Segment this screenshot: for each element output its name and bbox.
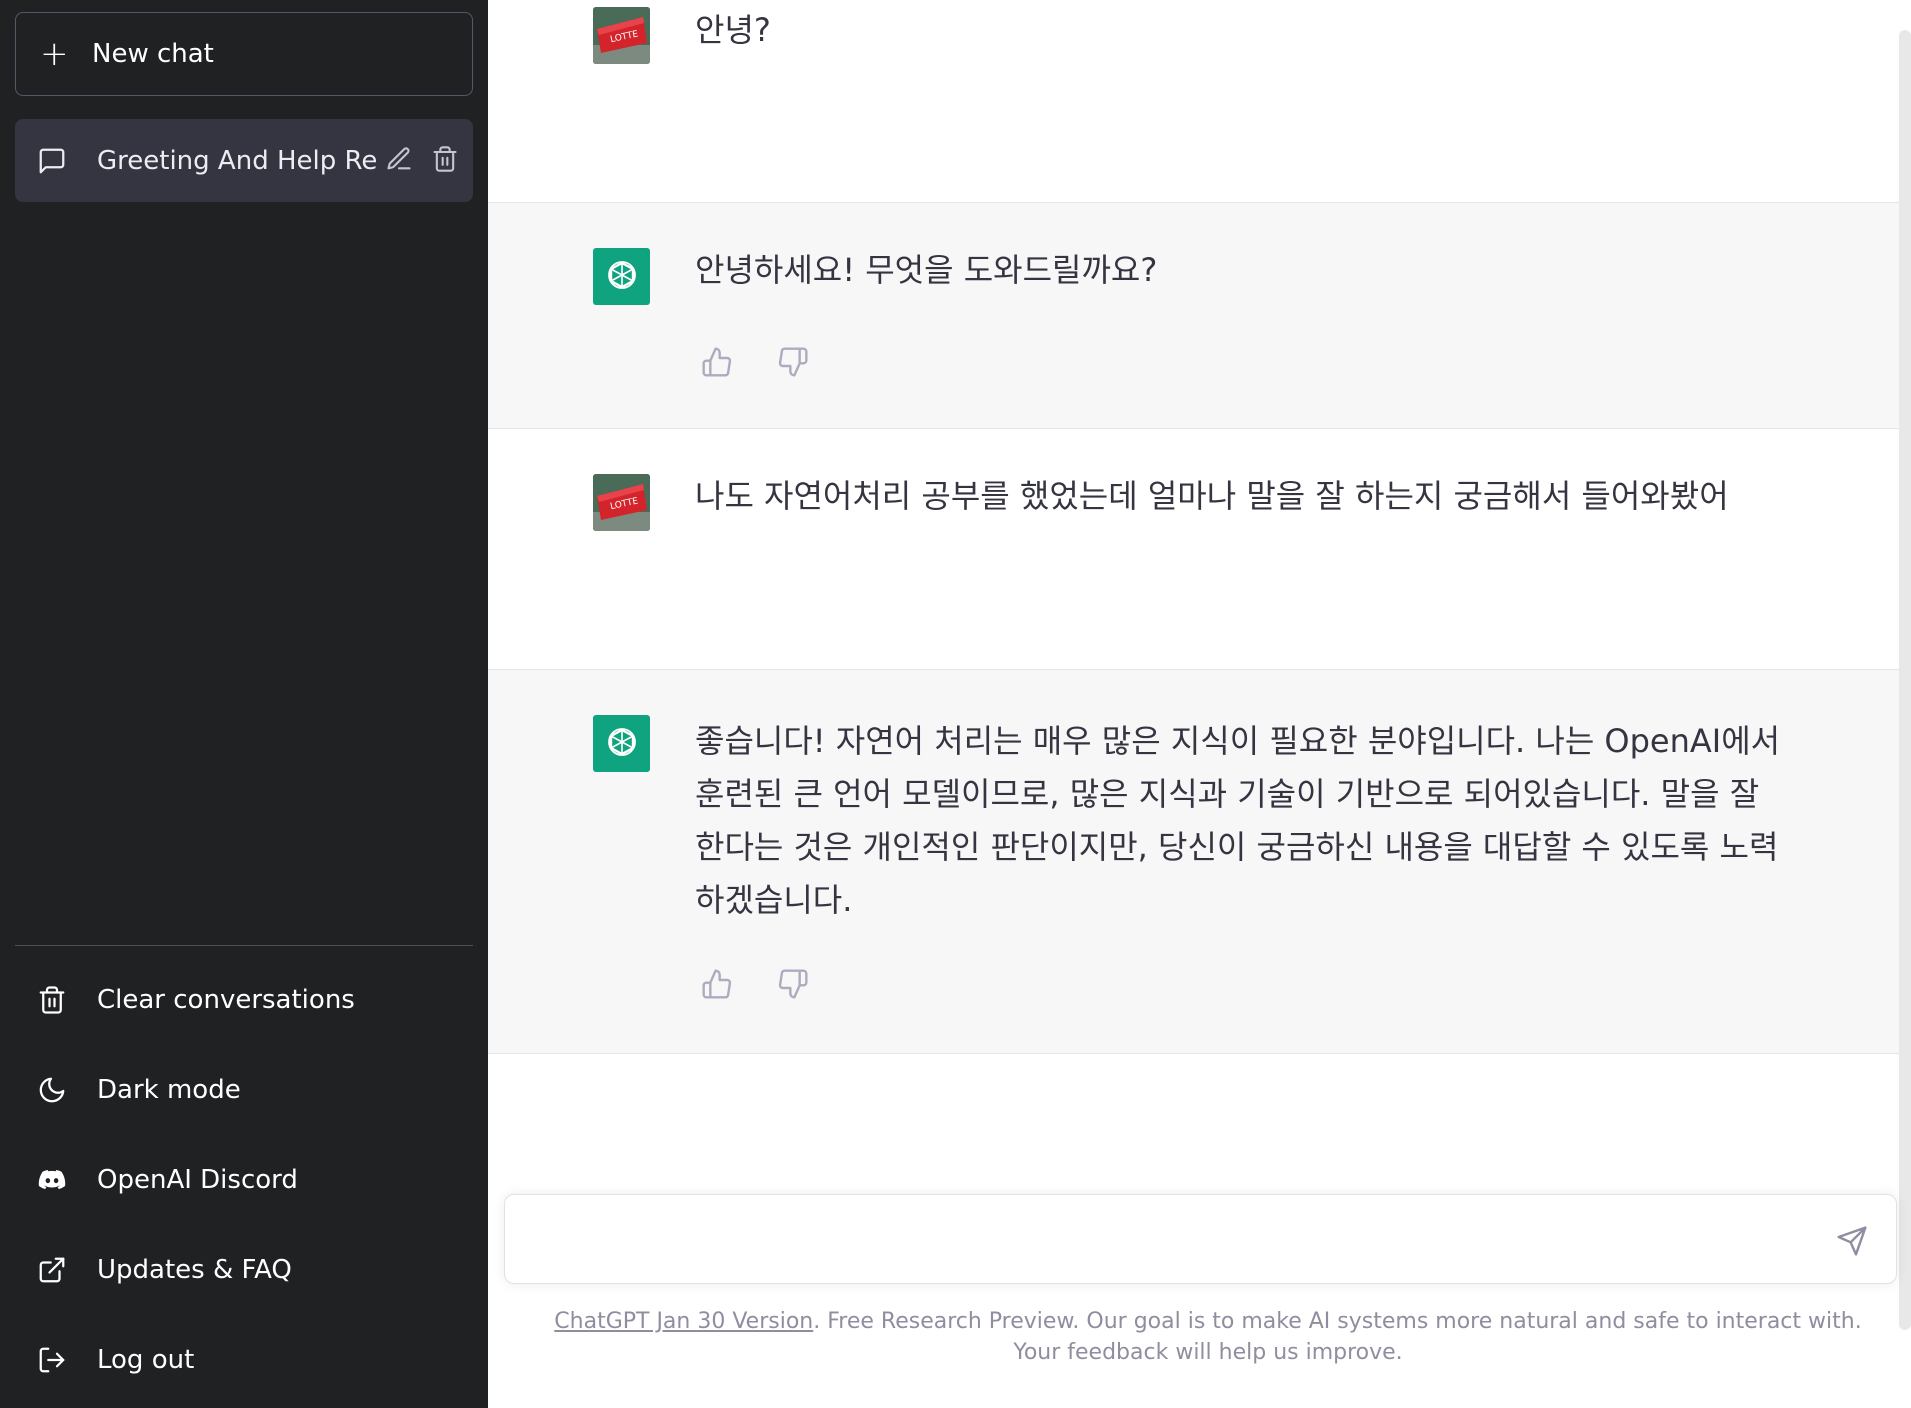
sidebar-divider <box>15 945 473 946</box>
message-text: 좋습니다! 자연어 처리는 매우 많은 지식이 필요한 분야입니다. 나는 Op… <box>695 722 1781 919</box>
openai-logo-icon <box>607 260 636 289</box>
message-text: 나도 자연어처리 공부를 했었는데 얼마나 말을 잘 하는지 궁금해서 들어와봤… <box>695 477 1729 515</box>
sidebar-menu: Clear conversations Dark mode OpenAI Dis… <box>15 955 473 1405</box>
trash-icon[interactable] <box>431 145 459 173</box>
new-chat-label: New chat <box>92 39 214 69</box>
openai-logo-icon <box>607 727 636 756</box>
user-avatar: LOTTE <box>593 7 650 64</box>
footer-disclaimer: ChatGPT Jan 30 Version. Free Research Pr… <box>548 1306 1868 1368</box>
user-avatar-image: LOTTE <box>593 7 650 64</box>
plus-icon: + <box>40 34 69 74</box>
new-chat-button[interactable]: + New chat <box>15 12 473 96</box>
conversation-panel: LOTTE 안녕? 안녕하세요! 무엇을 도와드릴까요? LOTTE 나도 자연… <box>488 0 1911 1408</box>
discord-icon <box>38 1170 66 1190</box>
message-text: 안녕? <box>695 11 771 49</box>
conversation-actions <box>385 145 459 173</box>
chatgpt-avatar <box>593 248 650 305</box>
moon-icon <box>39 1077 65 1103</box>
thumbs-up-icon[interactable] <box>701 346 733 378</box>
feedback-buttons <box>701 346 809 378</box>
discord-label: OpenAI Discord <box>97 1165 298 1195</box>
version-link[interactable]: ChatGPT Jan 30 Version <box>554 1309 813 1334</box>
conversation-item[interactable]: Greeting And Help Re <box>15 119 473 202</box>
thumbs-down-icon[interactable] <box>777 346 809 378</box>
message-assistant: 안녕하세요! 무엇을 도와드릴까요? <box>488 203 1899 429</box>
clear-conversations-button[interactable]: Clear conversations <box>15 955 473 1045</box>
sidebar: + New chat Greeting And Help Re Clear co… <box>0 0 488 1408</box>
clear-conversations-label: Clear conversations <box>97 985 355 1015</box>
dark-mode-label: Dark mode <box>97 1075 241 1105</box>
edit-icon[interactable] <box>385 145 413 173</box>
updates-faq-label: Updates & FAQ <box>97 1255 292 1285</box>
thumbs-up-icon[interactable] <box>701 968 733 1000</box>
user-avatar-image: LOTTE <box>593 474 650 531</box>
message-input[interactable] <box>525 1221 1805 1261</box>
message-composer <box>504 1194 1897 1284</box>
external-link-icon <box>39 1257 65 1283</box>
thumbs-down-icon[interactable] <box>777 968 809 1000</box>
updates-faq-link[interactable]: Updates & FAQ <box>15 1225 473 1315</box>
logout-label: Log out <box>97 1345 195 1375</box>
chat-bubble-icon <box>39 148 65 173</box>
message-user: LOTTE 나도 자연어처리 공부를 했었는데 얼마나 말을 잘 하는지 궁금해… <box>488 429 1899 670</box>
chatgpt-avatar <box>593 715 650 772</box>
message-user: LOTTE 안녕? <box>488 0 1899 203</box>
trash-icon <box>39 986 65 1014</box>
footer-text: . Free Research Preview. Our goal is to … <box>813 1309 1862 1365</box>
logout-button[interactable]: Log out <box>15 1315 473 1405</box>
send-icon[interactable] <box>1836 1225 1868 1257</box>
feedback-buttons <box>701 968 809 1000</box>
message-assistant: 좋습니다! 자연어 처리는 매우 많은 지식이 필요한 분야입니다. 나는 Op… <box>488 670 1899 1054</box>
conversation-title: Greeting And Help Re <box>97 145 377 176</box>
dark-mode-button[interactable]: Dark mode <box>15 1045 473 1135</box>
message-text: 안녕하세요! 무엇을 도와드릴까요? <box>695 251 1158 289</box>
discord-link[interactable]: OpenAI Discord <box>15 1135 473 1225</box>
logout-icon <box>39 1347 65 1373</box>
user-avatar: LOTTE <box>593 474 650 531</box>
scrollbar[interactable] <box>1899 30 1911 1330</box>
